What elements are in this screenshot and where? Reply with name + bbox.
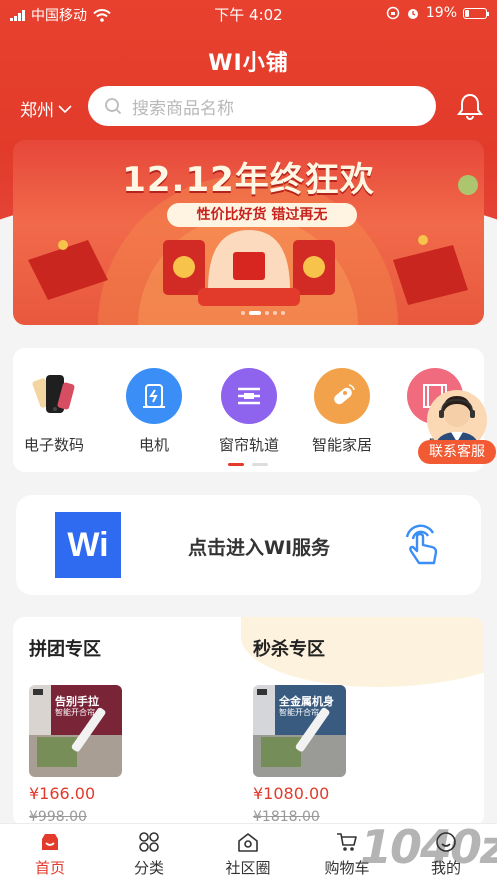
category-item-motor[interactable]: 电机 xyxy=(114,368,194,455)
cart-icon xyxy=(337,833,357,851)
group-buy-price: ¥166.00 xyxy=(29,784,96,803)
tap-hand-icon xyxy=(405,524,438,565)
motor-icon xyxy=(126,368,182,424)
promotion-card: 拼团专区 秒杀专区 告别手拉 智能开合帘 ¥166.00 ¥998.00 全金属… xyxy=(13,617,484,827)
remote-icon xyxy=(314,368,370,424)
track-icon xyxy=(221,368,277,424)
wi-service-text: 点击进入WI服务 xyxy=(188,537,331,559)
category-item-electronics[interactable]: 电子数码 xyxy=(14,368,94,455)
banner-pagination xyxy=(241,311,285,315)
tab-label: 分类 xyxy=(133,859,164,877)
banner-dot[interactable] xyxy=(249,311,261,315)
flash-sale-price: ¥1080.00 xyxy=(253,784,330,803)
tab-category[interactable]: 分类 xyxy=(104,830,194,878)
banner-dot[interactable] xyxy=(281,311,285,315)
promo-banner[interactable]: 12.12年终狂欢 性价比好货 错过再无 xyxy=(13,140,484,325)
banner-title: 12.12年终狂欢 xyxy=(122,160,375,200)
watermark: 1040z xyxy=(360,820,497,874)
category-label: 电子数码 xyxy=(23,436,84,454)
tab-home[interactable]: 首页 xyxy=(5,830,95,878)
customer-service-label: 联系客服 xyxy=(418,440,496,464)
category-page-dot xyxy=(252,463,268,466)
search-placeholder: 搜索商品名称 xyxy=(132,98,234,119)
category-page-dot xyxy=(228,463,244,466)
alarm-icon xyxy=(407,9,418,19)
banner-subtitle: 性价比好货 错过再无 xyxy=(167,203,357,227)
search-input[interactable]: 搜索商品名称 xyxy=(88,86,436,126)
city-label: 郑州 xyxy=(20,101,54,121)
community-icon xyxy=(238,833,258,852)
grid-icon xyxy=(139,832,159,852)
chevron-down-icon xyxy=(58,104,72,113)
app-title: WI小铺 xyxy=(208,51,289,76)
phone-icon xyxy=(26,368,82,424)
banner-dot[interactable] xyxy=(265,311,269,315)
tab-label: 社区圈 xyxy=(225,859,271,877)
lock-rotation-icon xyxy=(386,6,400,20)
category-item-track[interactable]: 窗帘轨道 xyxy=(209,368,289,455)
banner-dot[interactable] xyxy=(241,311,245,315)
category-label: 电机 xyxy=(138,436,169,454)
category-label: 窗帘轨道 xyxy=(218,436,279,454)
status-bar: 中国移动 下午 4:02 19% xyxy=(0,0,497,28)
battery-icon xyxy=(463,7,489,19)
wi-logo: Wi xyxy=(55,512,121,578)
flash-sale-product-image[interactable]: 全金属机身 智能开合帘 xyxy=(253,685,346,777)
group-buy-title[interactable]: 拼团专区 xyxy=(29,635,101,661)
status-right: 19% xyxy=(386,5,489,21)
city-selector[interactable]: 郑州 xyxy=(20,96,72,121)
bell-icon[interactable] xyxy=(456,92,484,120)
customer-service-button[interactable]: 联系客服 xyxy=(418,380,496,464)
product-subline: 智能开合帘 xyxy=(279,708,319,717)
category-pagination xyxy=(228,463,268,466)
home-icon xyxy=(42,834,58,850)
category-label: 智能家居 xyxy=(311,436,372,454)
group-buy-product-image[interactable]: 告别手拉 智能开合帘 xyxy=(29,685,122,777)
flash-sale-title[interactable]: 秒杀专区 xyxy=(253,635,325,661)
product-subline: 智能开合帘 xyxy=(55,708,95,717)
tab-community[interactable]: 社区圈 xyxy=(203,830,293,878)
tab-label: 首页 xyxy=(34,859,65,877)
category-card: 电子数码 电机 窗帘轨道 智能家居 用 xyxy=(13,348,484,472)
wi-service-card[interactable]: Wi 点击进入WI服务 xyxy=(16,495,481,595)
search-icon xyxy=(105,98,122,115)
category-item-smarthome[interactable]: 智能家居 xyxy=(302,368,382,455)
battery-percent: 19% xyxy=(425,5,457,21)
banner-dot[interactable] xyxy=(273,311,277,315)
